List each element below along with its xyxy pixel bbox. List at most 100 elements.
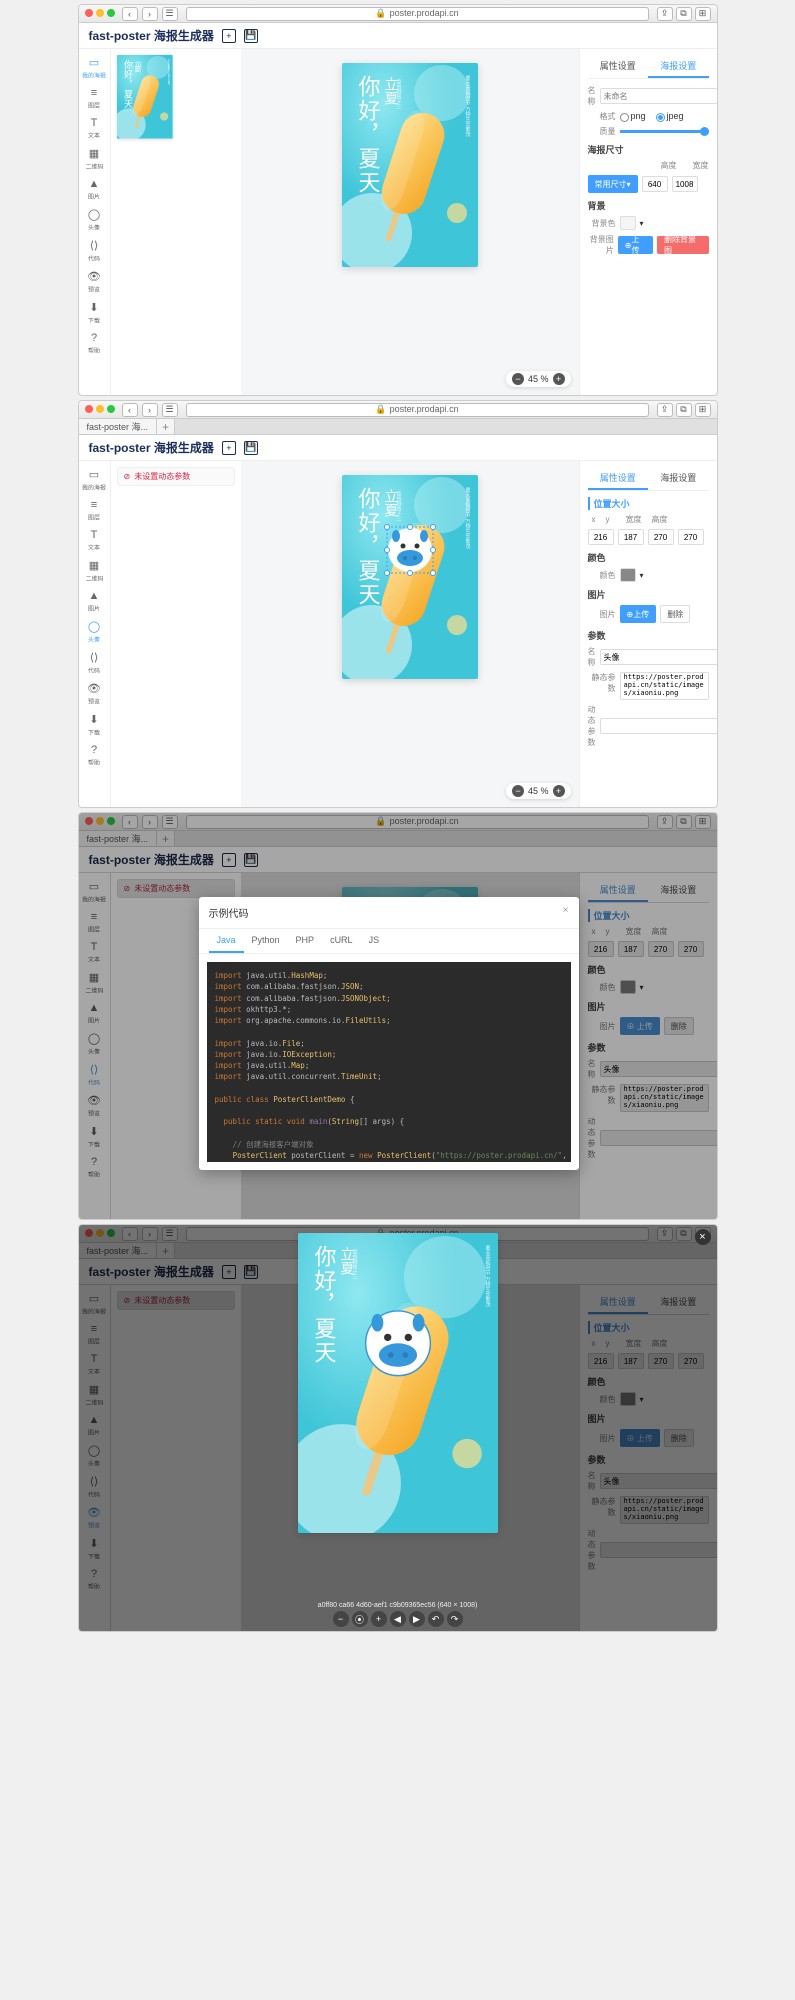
forward-button[interactable]: › [142, 403, 158, 417]
tab-poster[interactable]: 海报设置 [648, 467, 709, 490]
modal-close-button[interactable]: × [563, 905, 569, 920]
zoom-in-button[interactable]: + [553, 373, 565, 385]
browser-tab[interactable]: fast-poster 海... [79, 419, 158, 434]
y-input[interactable] [618, 529, 644, 545]
tab-attr[interactable]: 属性设置 [588, 55, 649, 78]
back-button[interactable]: ‹ [122, 7, 138, 21]
sidebar-item-code[interactable]: ⟨⟩代码 [79, 236, 110, 267]
code-tab-java[interactable]: Java [209, 929, 244, 953]
quality-slider[interactable] [620, 130, 709, 133]
poster[interactable]: 你好，夏天 立夏 壹拾捌拾十三 夏天来临时节 万物生长繁茂 [342, 475, 478, 679]
preview-layer: × 你好，夏天 立夏 壹拾捌拾十三 夏天来临时节 万物生长繁茂 a0ff80 c… [79, 1225, 717, 1631]
code-tab-php[interactable]: PHP [288, 929, 323, 953]
sidebar-item-image[interactable]: ▲图片 [79, 587, 110, 617]
delete-img-button[interactable]: 删除 [660, 605, 690, 623]
warning-banner: ⊘未设置动态参数 [117, 467, 235, 486]
right-panel: 属性设置 海报设置 名称 格式 png jpeg 质量 海报尺寸 高度宽度 常用… [579, 49, 717, 395]
code-tab-js[interactable]: JS [361, 929, 388, 953]
x-input[interactable] [588, 529, 614, 545]
my-icon: ▭ [89, 56, 99, 69]
param-name-input[interactable] [600, 649, 718, 665]
preview-play[interactable]: ▶ [409, 1611, 425, 1627]
tab-poster[interactable]: 海报设置 [648, 55, 709, 78]
color-swatch[interactable] [620, 568, 636, 582]
upload-bg-button[interactable]: ⊕ 上传 [618, 236, 653, 254]
copy-button[interactable]: ⧉ [676, 7, 692, 21]
forward-button[interactable]: › [142, 7, 158, 21]
code-tab-curl[interactable]: cURL [322, 929, 361, 953]
code-tab-python[interactable]: Python [244, 929, 288, 953]
sidebar-item-download[interactable]: ⬇下载 [79, 710, 110, 741]
browser-chrome: ‹ › ☰ 🔒poster.prodapi.cn ⇪ ⧉ ⊞ [79, 5, 717, 23]
app-title: fast-poster 海报生成器 [89, 27, 214, 44]
sidebar-item-help[interactable]: ?帮助 [79, 741, 110, 771]
address-bar[interactable]: 🔒poster.prodapi.cn [186, 403, 649, 417]
tab-attr[interactable]: 属性设置 [588, 467, 649, 490]
sidebar-toggle[interactable]: ☰ [162, 403, 178, 417]
sidebar-item-preview[interactable]: 👁预览 [79, 267, 110, 298]
sidebar: ▭我的海报≡图层T文本▦二维码▲图片◯头像⟨⟩代码👁预览⬇下载?帮助 [79, 49, 111, 395]
traffic-lights [85, 8, 118, 20]
preview-prev[interactable]: ◀ [390, 1611, 406, 1627]
save-icon[interactable]: 💾 [244, 29, 258, 43]
layer-icon: ≡ [91, 499, 97, 511]
new-tab-button[interactable]: + [157, 419, 175, 434]
preset-size-button[interactable]: 常用尺寸 ▾ [588, 175, 638, 193]
preview-icon: 👁 [87, 270, 101, 283]
preview-close-button[interactable]: × [695, 1229, 711, 1245]
browser-chrome: ‹ › ☰ 🔒poster.prodapi.cn ⇪⧉⊞ [79, 401, 717, 419]
preview-rotate-r[interactable]: ↷ [447, 1611, 463, 1627]
h-input[interactable] [678, 529, 704, 545]
canvas[interactable]: 你好，夏天 立夏 壹拾捌拾十三 夏天来临时节 万物生长繁茂 − 45 % + [241, 49, 579, 395]
code-icon: ⟨⟩ [90, 239, 99, 252]
sidebar-item-layer[interactable]: ≡图层 [79, 496, 110, 526]
code-modal: 示例代码× JavaPythonPHPcURLJS import java.ut… [199, 897, 579, 1170]
preview-zoom-in[interactable]: + [371, 1611, 387, 1627]
static-param-input[interactable] [620, 672, 709, 700]
sidebar-item-my[interactable]: ▭我的海报 [79, 465, 110, 496]
sidebar-item-help[interactable]: ?帮助 [79, 329, 110, 359]
dynamic-param-input[interactable] [600, 718, 718, 734]
sidebar-item-avatar[interactable]: ◯头像 [79, 617, 110, 648]
sidebar-item-layer[interactable]: ≡图层 [79, 84, 110, 114]
sidebar-item-avatar[interactable]: ◯头像 [79, 205, 110, 236]
tabs-button[interactable]: ⊞ [695, 7, 711, 21]
back-button[interactable]: ‹ [122, 403, 138, 417]
sidebar-toggle[interactable]: ☰ [162, 7, 178, 21]
preview-zoom-reset[interactable]: ⦿ [352, 1611, 368, 1627]
my-icon: ▭ [89, 468, 99, 481]
height-input[interactable] [672, 176, 698, 192]
poster[interactable]: 你好，夏天 立夏 壹拾捌拾十三 夏天来临时节 万物生长繁茂 [342, 63, 478, 267]
share-button[interactable]: ⇪ [657, 7, 673, 21]
radio-jpeg[interactable]: jpeg [656, 111, 684, 121]
sidebar-item-download[interactable]: ⬇下载 [79, 298, 110, 329]
sidebar-item-qr[interactable]: ▦二维码 [79, 556, 110, 587]
name-input[interactable] [600, 88, 718, 104]
zoom-out-button[interactable]: − [512, 373, 524, 385]
sidebar-item-my[interactable]: ▭我的海报 [79, 53, 110, 84]
poster-thumbnail[interactable]: 你好，夏天 立夏 壹拾捌拾十三 夏天来临时节 万物生长繁茂 [117, 55, 173, 139]
sidebar-item-text[interactable]: T文本 [79, 526, 110, 556]
sidebar-item-image[interactable]: ▲图片 [79, 175, 110, 205]
preview-info: a0ff80 ca66 4d60-aef1 c9b09365ec56 (640 … [318, 1602, 478, 1609]
download-icon: ⬇ [89, 713, 98, 726]
w-input[interactable] [648, 529, 674, 545]
avatar-icon: ◯ [88, 620, 100, 633]
sidebar-item-preview[interactable]: 👁预览 [79, 679, 110, 710]
avatar-icon: ◯ [88, 208, 100, 221]
sidebar-item-qr[interactable]: ▦二维码 [79, 144, 110, 175]
new-icon[interactable]: + [222, 29, 236, 43]
code-block: import java.util.HashMap; import com.ali… [207, 962, 571, 1162]
zoom-control: − 45 % + [506, 371, 571, 387]
width-input[interactable] [642, 176, 668, 192]
sidebar-item-code[interactable]: ⟨⟩代码 [79, 648, 110, 679]
delete-bg-button[interactable]: 删除背景图 [657, 236, 708, 254]
radio-png[interactable]: png [620, 111, 646, 121]
preview-rotate-l[interactable]: ↶ [428, 1611, 444, 1627]
bg-color-swatch[interactable] [620, 216, 636, 230]
upload-img-button[interactable]: ⊕ 上传 [620, 605, 657, 623]
sidebar-item-text[interactable]: T文本 [79, 114, 110, 144]
layer-icon: ≡ [91, 87, 97, 99]
address-bar[interactable]: 🔒poster.prodapi.cn [186, 7, 649, 21]
preview-zoom-out[interactable]: − [333, 1611, 349, 1627]
